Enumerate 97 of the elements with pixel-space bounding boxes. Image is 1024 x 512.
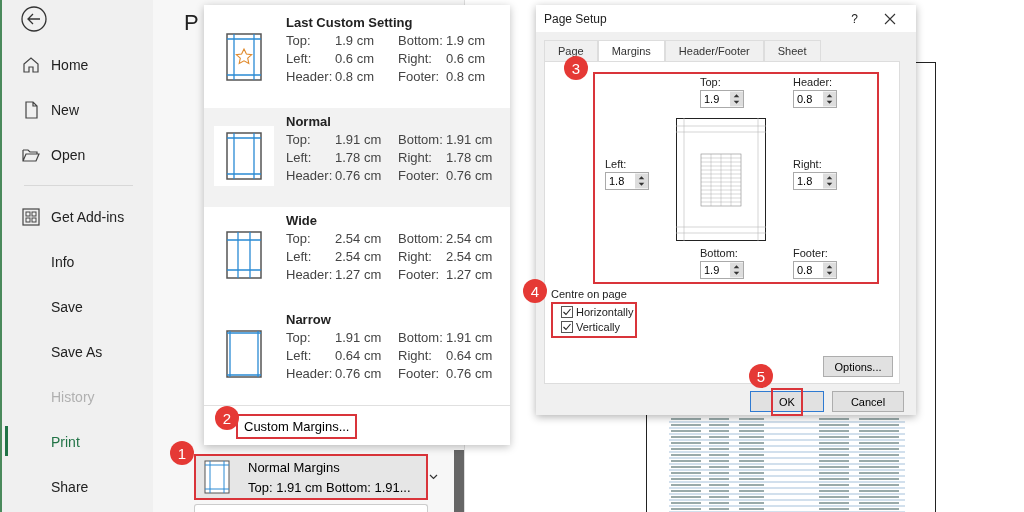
field-label: Right: — [793, 157, 823, 170]
margin-value: Header: — [286, 168, 334, 183]
margin-value: Bottom: — [398, 33, 444, 48]
margin-value: 0.76 cm — [446, 168, 493, 183]
margin-value: Right: — [398, 51, 433, 66]
margin-value: 1.91 cm — [335, 132, 383, 147]
checkbox[interactable]: Horizontally — [561, 306, 635, 318]
page-margins-icon — [226, 132, 262, 180]
margin-value: Footer: — [398, 168, 441, 183]
sidebar-item[interactable]: Save — [2, 284, 153, 329]
margin-value: 1.9 cm — [335, 33, 375, 48]
sidebar-item[interactable]: Share — [2, 464, 153, 509]
margin-value: Bottom: — [398, 330, 444, 345]
margin-value: 0.6 cm — [446, 51, 485, 66]
margin-value: Right: — [398, 150, 433, 165]
home-icon — [22, 55, 40, 74]
margin-value: 1.91 cm — [335, 330, 383, 345]
margin-value: Right: — [398, 348, 433, 363]
margin-value: Header: — [286, 69, 334, 84]
margin-option[interactable]: Normal Top: 1.91 cm Bottom: 1.91 cm Left: 1.78 cm Right: 1.78 cm Header: 0.76 cm Footer: 0.76 cm — [204, 108, 510, 207]
margins-icon — [204, 460, 230, 494]
margin-value: Top: — [286, 33, 312, 48]
page-heading: P — [184, 10, 199, 36]
section-label: Centre on page — [551, 288, 628, 300]
margin-value: Header: — [286, 267, 334, 282]
margin-value: Left: — [286, 51, 313, 66]
margin-value: 0.76 cm — [335, 366, 383, 381]
help-button[interactable]: ? — [851, 11, 858, 26]
margin-value: Left: — [286, 150, 313, 165]
margin-value: Footer: — [398, 267, 441, 282]
margin-value: 0.76 cm — [446, 366, 493, 381]
margin-value: 2.54 cm — [335, 249, 383, 264]
margin-value: Top: — [286, 132, 312, 147]
sidebar-item[interactable]: Print — [2, 419, 153, 464]
margin-value: 0.64 cm — [335, 348, 383, 363]
star-page-icon — [226, 33, 262, 81]
margin-value: 2.54 cm — [335, 231, 383, 246]
margin-option[interactable]: Wide Top: 2.54 cm Bottom: 2.54 cm Left: 2.54 cm Right: 2.54 cm Header: 1.27 cm Footer: 1.27 cm — [204, 207, 510, 306]
checkbox-icon[interactable] — [561, 321, 573, 333]
margin-value: 0.76 cm — [335, 168, 383, 183]
option-title: Last Custom Setting — [286, 15, 414, 30]
dialog-tab[interactable]: Margins — [597, 40, 665, 61]
margin-value: Header: — [286, 366, 334, 381]
margin-value: 1.91 cm — [446, 132, 493, 147]
margin-value: Top: — [286, 231, 312, 246]
field-label: Left: — [605, 157, 628, 170]
margin-value: 1.9 cm — [446, 33, 485, 48]
margin-value: Right: — [398, 249, 433, 264]
margin-value: 1.27 cm — [335, 267, 383, 282]
step-number: 1 — [170, 441, 194, 465]
checkbox[interactable]: Vertically — [561, 321, 635, 333]
margin-value: Footer: — [398, 366, 441, 381]
page-margins-icon — [226, 231, 262, 279]
checkbox-icon[interactable] — [561, 306, 573, 318]
sidebar-item[interactable]: New — [2, 87, 153, 132]
cancel-button[interactable]: Cancel — [832, 391, 904, 412]
margin-value: Footer: — [398, 69, 441, 84]
page-margins-icon — [226, 330, 262, 378]
field-label: Header: — [793, 76, 834, 88]
sidebar-item[interactable]: Get Add-ins — [2, 194, 153, 239]
sidebar-item[interactable]: Save As — [2, 329, 153, 374]
sidebar-item[interactable]: Home — [2, 42, 153, 87]
close-icon[interactable] — [884, 12, 896, 25]
margin-value: 1.91 cm — [446, 330, 493, 345]
margin-value: 2.54 cm — [446, 249, 493, 264]
scrollbar[interactable] — [454, 450, 464, 512]
field-label: Bottom: — [700, 247, 739, 259]
caret-icon — [428, 474, 438, 480]
option-title: Wide — [286, 213, 318, 228]
dropdown-field[interactable] — [194, 504, 428, 512]
margin-value: 0.64 cm — [446, 348, 493, 363]
dialog-title: Page Setup — [544, 11, 608, 26]
margin-value: Left: — [286, 249, 313, 264]
margin-value: 1.78 cm — [335, 150, 383, 165]
margin-value: 1.27 cm — [446, 267, 493, 282]
margin-value: Top: — [286, 330, 312, 345]
margin-value: 0.8 cm — [335, 69, 375, 84]
field-label: Footer: — [793, 247, 829, 259]
back-icon[interactable] — [21, 6, 47, 32]
margin-value: Left: — [286, 348, 313, 363]
sidebar-item[interactable]: Open — [2, 132, 153, 177]
options-button[interactable]: Options... — [823, 356, 893, 377]
margin-value: Bottom: — [398, 231, 444, 246]
margin-option[interactable]: Narrow Top: 1.91 cm Bottom: 1.91 cm Left: 0.64 cm Right: 0.64 cm Header: 0.76 cm Footer: 0.76 cm — [204, 306, 510, 405]
margin-value: 0.8 cm — [446, 69, 485, 84]
margin-value: 0.6 cm — [335, 51, 375, 66]
margin-value: Bottom: — [398, 132, 444, 147]
document-icon — [22, 100, 40, 119]
field-label: Top: — [700, 76, 722, 88]
sidebar-item[interactable]: Info — [2, 239, 153, 284]
custom-margins-item[interactable]: Custom Margins... — [236, 414, 358, 439]
margin-value: 2.54 cm — [446, 231, 493, 246]
margin-option[interactable]: Last Custom Setting Top: 1.9 cm Bottom: 1.9 cm Left: 0.6 cm Right: 0.6 cm Header: 0.8 cm Footer: 0.8 cm — [204, 9, 510, 108]
option-title: Normal — [286, 114, 332, 129]
margin-value: 1.78 cm — [446, 150, 493, 165]
grid-icon — [22, 207, 40, 226]
option-title: Narrow — [286, 312, 332, 327]
